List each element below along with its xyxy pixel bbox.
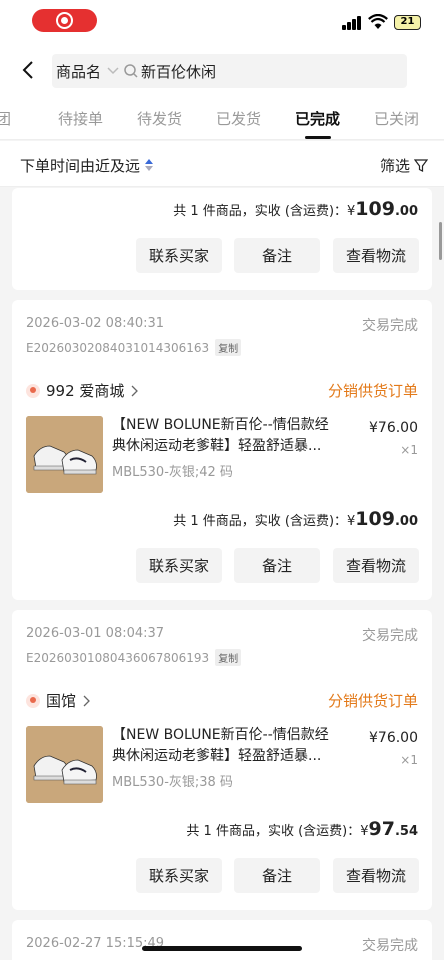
filter-label: 筛选 (379, 157, 410, 175)
order-status: 交易完成 (362, 628, 418, 644)
search-icon (123, 63, 139, 79)
copy-button[interactable]: 复制 (215, 339, 242, 356)
search-query: 新百伦休闲 (141, 62, 217, 81)
wifi-icon (368, 13, 388, 30)
chevron-right-icon (131, 385, 139, 396)
tab-completed[interactable]: 已完成 (295, 108, 340, 129)
order-card: 共 1 件商品，实收 (含运费)：¥109.00 联系买家 备注 查看物流 (12, 188, 432, 290)
order-total: 共 1 件商品，实收 (含运费)：¥109.00 (173, 198, 418, 220)
product-quantity: ×1 (400, 753, 418, 767)
product-title[interactable]: 【NEW BOLUNE新百伦--情侣款经典休闲运动老爹鞋】轻盈舒适暴... (112, 415, 342, 457)
product-quantity: ×1 (400, 443, 418, 457)
home-indicator[interactable] (142, 946, 302, 951)
order-number: E20260302084031014306163 复制 (26, 339, 242, 356)
product-image[interactable] (26, 416, 103, 493)
tab-partial[interactable]: 团 (0, 108, 11, 129)
product-price: ¥76.00 (369, 730, 418, 746)
sort-bar: 下单时间由近及远 筛选 (0, 141, 444, 187)
product-image[interactable] (26, 726, 103, 803)
shop-avatar-icon (26, 383, 40, 398)
screen-recording-indicator[interactable] (32, 9, 97, 32)
contact-buyer-button[interactable]: 联系买家 (136, 548, 222, 583)
order-total: 共 1 件商品，实收 (含运费)：¥109.00 (173, 508, 418, 530)
order-date: 2026-03-02 08:40:31 (26, 316, 165, 331)
header: 商品名 新百伦休闲 (0, 44, 444, 98)
active-tab-indicator (305, 136, 331, 139)
sort-order-button[interactable]: 下单时间由近及远 (20, 155, 140, 176)
tab-pending-accept[interactable]: 待接单 (58, 108, 103, 129)
view-logistics-button[interactable]: 查看物流 (333, 238, 419, 273)
order-status-tabs: 团 待接单 待发货 已发货 已完成 已关闭 (0, 98, 444, 140)
order-number: E20260301080436067806193 复制 (26, 649, 242, 666)
chevron-right-icon (83, 695, 90, 706)
order-status: 交易完成 (362, 938, 418, 954)
order-card: 2026-03-01 08:04:37 交易完成 E20260301080436… (12, 610, 432, 910)
order-total: 共 1 件商品，实收 (含运费)：¥97.54 (186, 818, 418, 840)
product-price: ¥76.00 (369, 420, 418, 436)
order-date: 2026-03-01 08:04:37 (26, 626, 165, 641)
chevron-left-icon (22, 61, 33, 79)
search-input[interactable]: 商品名 新百伦休闲 (52, 54, 407, 88)
shop-link[interactable]: 992 爱商城 (26, 380, 139, 401)
tab-pending-ship[interactable]: 待发货 (137, 108, 182, 129)
tab-shipped[interactable]: 已发货 (216, 108, 261, 129)
cellular-signal-icon (342, 16, 362, 30)
copy-button[interactable]: 复制 (215, 649, 242, 666)
shop-name: 国馆 (46, 692, 77, 710)
note-button[interactable]: 备注 (234, 548, 320, 583)
order-card: 2026-02-27 15:15:49 交易完成 (12, 920, 432, 960)
filter-icon (414, 158, 428, 172)
product-title[interactable]: 【NEW BOLUNE新百伦--情侣款经典休闲运动老爹鞋】轻盈舒适暴... (112, 725, 342, 767)
order-status: 交易完成 (362, 318, 418, 334)
distribution-tag: 分销供货订单 (327, 692, 418, 710)
contact-buyer-button[interactable]: 联系买家 (136, 858, 222, 893)
product-spec: MBL530-灰银;42 码 (112, 465, 233, 480)
back-button[interactable] (14, 56, 42, 84)
record-icon (56, 12, 73, 29)
sneaker-image (26, 726, 103, 803)
view-logistics-button[interactable]: 查看物流 (333, 548, 419, 583)
order-card: 2026-03-02 08:40:31 交易完成 E20260302084031… (12, 300, 432, 600)
shop-avatar-icon (26, 693, 40, 708)
filter-button[interactable]: 筛选 (380, 155, 428, 176)
note-button[interactable]: 备注 (234, 858, 320, 893)
shop-link[interactable]: 国馆 (26, 690, 90, 711)
contact-buyer-button[interactable]: 联系买家 (136, 238, 222, 273)
distribution-tag: 分销供货订单 (327, 382, 418, 400)
order-number-text: E20260301080436067806193 (26, 650, 210, 665)
order-number-text: E20260302084031014306163 (26, 340, 210, 355)
note-button[interactable]: 备注 (234, 238, 320, 273)
status-bar: 21 (0, 0, 444, 44)
sneaker-image (26, 416, 103, 493)
shop-name: 992 爱商城 (46, 382, 125, 400)
battery-indicator: 21 (394, 15, 421, 30)
sort-arrows-icon[interactable] (144, 157, 154, 173)
scrollbar-thumb[interactable] (439, 222, 442, 260)
view-logistics-button[interactable]: 查看物流 (333, 858, 419, 893)
chevron-down-icon (107, 67, 119, 75)
search-type-selector[interactable]: 商品名 (56, 61, 101, 82)
product-spec: MBL530-灰银;38 码 (112, 775, 233, 790)
tab-closed[interactable]: 已关闭 (374, 108, 419, 129)
